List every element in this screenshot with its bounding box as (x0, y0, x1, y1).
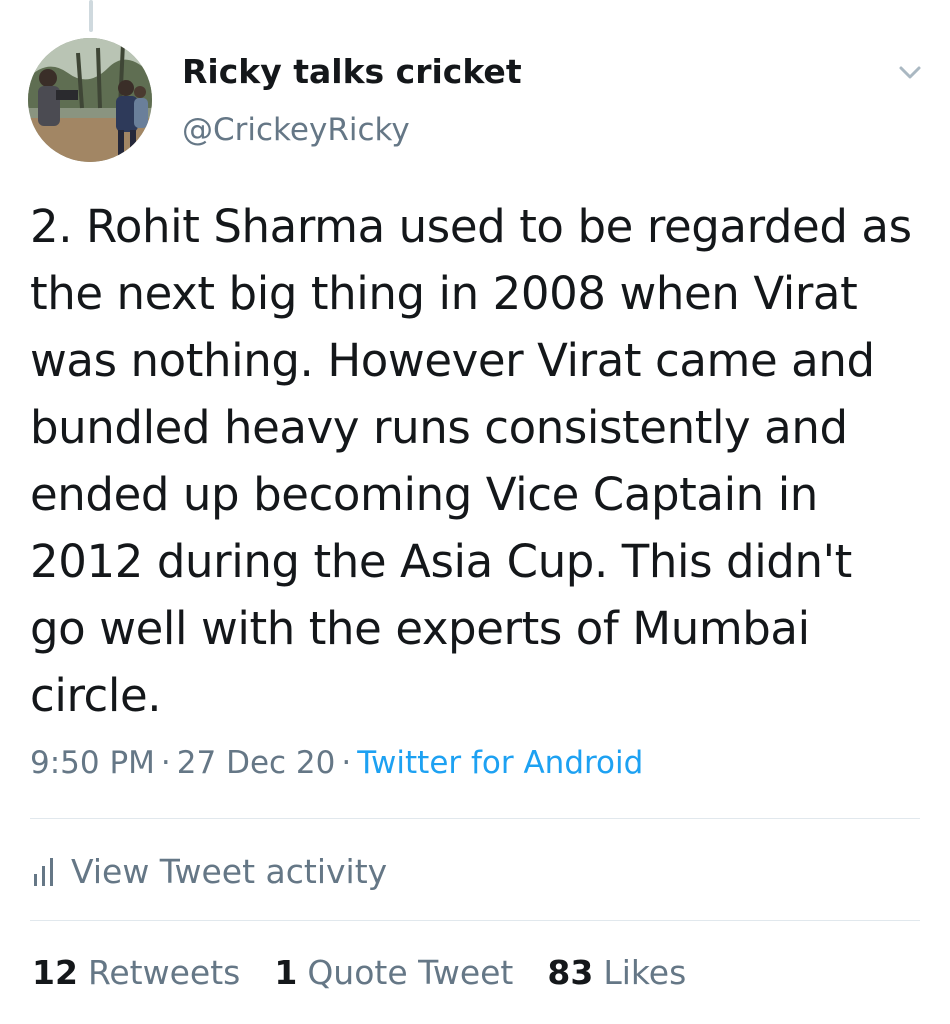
view-tweet-activity-label: View Tweet activity (71, 851, 388, 891)
tweet-stats: 12 Retweets 1 Quote Tweet 83 Likes (32, 953, 686, 992)
divider (30, 818, 920, 819)
likes-count: 83 (547, 953, 594, 992)
meta-separator: · (341, 745, 352, 781)
chevron-down-icon (899, 66, 921, 79)
tweet-date[interactable]: 27 Dec 20 (177, 745, 336, 781)
tweet-meta: 9:50 PM · 27 Dec 20 · Twitter for Android (30, 745, 643, 781)
retweets-count: 12 (32, 953, 78, 992)
view-tweet-activity-button[interactable]: View Tweet activity (34, 849, 387, 893)
likes-stat[interactable]: 83 Likes (547, 953, 686, 992)
quote-tweets-stat[interactable]: 1 Quote Tweet (274, 953, 513, 992)
quote-tweets-count: 1 (274, 953, 298, 992)
meta-separator: · (160, 745, 171, 781)
thread-connector-line (89, 0, 93, 32)
divider (30, 920, 920, 921)
avatar[interactable] (28, 38, 152, 162)
tweet-menu-button[interactable] (893, 58, 927, 86)
author-display-name[interactable]: Ricky talks cricket (182, 52, 522, 91)
tweet-time[interactable]: 9:50 PM (30, 745, 155, 781)
tweet-text: 2. Rohit Sharma used to be regarded as t… (30, 200, 912, 722)
tweet-source-link[interactable]: Twitter for Android (357, 745, 643, 781)
bar-chart-icon (34, 856, 53, 886)
likes-label: Likes (603, 953, 687, 992)
retweets-label: Retweets (87, 953, 241, 992)
author-handle[interactable]: @CrickeyRicky (182, 112, 410, 148)
retweets-stat[interactable]: 12 Retweets (32, 953, 240, 992)
quote-tweets-label: Quote Tweet (307, 953, 514, 992)
profile-photo-icon (28, 38, 152, 162)
